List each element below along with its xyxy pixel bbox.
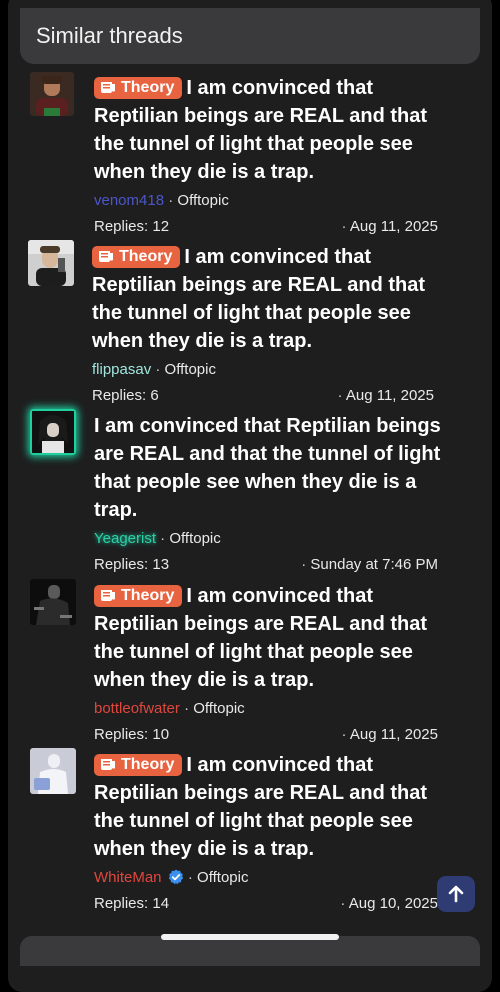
separator: · — [184, 700, 190, 717]
separator: · — [155, 361, 161, 378]
thread-title[interactable]: Theory I am convinced that Reptilian bein… — [94, 751, 454, 863]
thread-date-wrap: · Sunday at 7:46 PM — [301, 556, 438, 574]
thread-author[interactable]: bottleofwater — [94, 700, 180, 717]
scroll-icon — [99, 251, 113, 262]
thread-forum[interactable]: Offtopic — [193, 700, 244, 717]
verified-badge-icon — [168, 869, 183, 885]
reply-count: Replies: 12 — [94, 218, 170, 235]
thread-title-text[interactable]: I am convinced that Reptilian beings are… — [94, 415, 441, 521]
thread-author[interactable]: flippasav — [92, 361, 151, 378]
reply-count: Replies: 10 — [94, 726, 170, 743]
reply-count: Replies: 13 — [94, 556, 170, 573]
avatar[interactable] — [30, 72, 74, 116]
thread-date-wrap: · Aug 11, 2025 — [342, 726, 438, 744]
thread-date-wrap: · Aug 11, 2025 — [338, 387, 434, 405]
thread-title[interactable]: Theory I am convinced that Reptilian bein… — [94, 582, 454, 694]
thread-forum[interactable]: Offtopic — [169, 530, 220, 547]
thread-title[interactable]: I am convinced that Reptilian beings are… — [94, 412, 454, 524]
separator: · — [160, 530, 166, 547]
bottom-toolbar — [20, 936, 480, 966]
thread-content: Theory I am convinced that Reptilian bein… — [94, 751, 454, 913]
prefix-label: Theory — [121, 79, 175, 96]
thread-author[interactable]: Yeagerist — [94, 530, 156, 547]
thread-stats: Replies: 12 · Aug 11, 2025 — [94, 218, 438, 236]
prefix-label: Theory — [121, 756, 175, 773]
thread-stats: Replies: 10 · Aug 11, 2025 — [94, 726, 438, 744]
arrow-up-icon — [448, 885, 464, 903]
prefix-badge[interactable]: Theory — [92, 246, 181, 268]
thread-meta: WhiteMan · Offtopic — [94, 869, 454, 887]
thread-title[interactable]: Theory I am convinced that Reptilian bein… — [92, 243, 452, 355]
prefix-label: Theory — [121, 587, 175, 604]
thread-meta: bottleofwater · Offtopic — [94, 700, 454, 718]
thread-date[interactable]: Sunday at 7:46 PM — [310, 556, 438, 573]
thread-date[interactable]: Aug 11, 2025 — [346, 387, 434, 404]
home-indicator[interactable] — [161, 934, 339, 940]
thread-stats: Replies: 13 · Sunday at 7:46 PM — [94, 556, 438, 574]
scroll-icon — [101, 759, 115, 770]
thread-content: Theory I am convinced that Reptilian bein… — [94, 582, 454, 744]
block-header: Similar threads — [20, 8, 480, 64]
separator: · — [341, 726, 350, 743]
thread-stats: Replies: 6 · Aug 11, 2025 — [92, 387, 434, 405]
thread-forum[interactable]: Offtopic — [177, 192, 228, 209]
separator: · — [168, 192, 174, 209]
separator: · — [187, 869, 193, 886]
separator: · — [340, 895, 349, 912]
block-title: Similar threads — [36, 23, 183, 48]
reply-count: Replies: 6 — [92, 387, 159, 404]
thread-title[interactable]: Theory I am convinced that Reptilian bein… — [94, 74, 454, 186]
thread-stats: Replies: 14 · Aug 10, 2025 — [94, 895, 438, 913]
thread-author[interactable]: venom418 — [94, 192, 164, 209]
prefix-badge[interactable]: Theory — [94, 754, 183, 776]
thread-date-wrap: · Aug 11, 2025 — [342, 218, 438, 236]
avatar[interactable] — [30, 748, 76, 794]
avatar[interactable] — [30, 579, 76, 625]
prefix-badge[interactable]: Theory — [94, 77, 183, 99]
thread-meta: venom418 · Offtopic — [94, 192, 454, 210]
scroll-icon — [101, 82, 115, 93]
thread-date[interactable]: Aug 10, 2025 — [349, 895, 438, 912]
reply-count: Replies: 14 — [94, 895, 170, 912]
thread-forum[interactable]: Offtopic — [197, 869, 248, 886]
thread-date-wrap: · Aug 10, 2025 — [340, 895, 438, 913]
thread-content: Theory I am convinced that Reptilian bein… — [92, 243, 452, 405]
thread-content: Theory I am convinced that Reptilian bein… — [94, 74, 454, 236]
thread-date[interactable]: Aug 11, 2025 — [350, 726, 438, 743]
thread-meta: Yeagerist · Offtopic — [94, 530, 454, 548]
separator: · — [341, 218, 350, 235]
prefix-label: Theory — [119, 248, 173, 265]
avatar[interactable] — [30, 409, 76, 455]
scroll-icon — [101, 590, 115, 601]
thread-forum[interactable]: Offtopic — [165, 361, 216, 378]
separator: · — [337, 387, 346, 404]
thread-date[interactable]: Aug 11, 2025 — [350, 218, 438, 235]
thread-author[interactable]: WhiteMan — [94, 869, 162, 886]
avatar[interactable] — [28, 240, 74, 286]
thread-meta: flippasav · Offtopic — [92, 361, 452, 379]
scroll-to-top-button[interactable] — [437, 876, 475, 912]
thread-content: I am convinced that Reptilian beings are… — [94, 412, 454, 574]
prefix-badge[interactable]: Theory — [94, 585, 183, 607]
